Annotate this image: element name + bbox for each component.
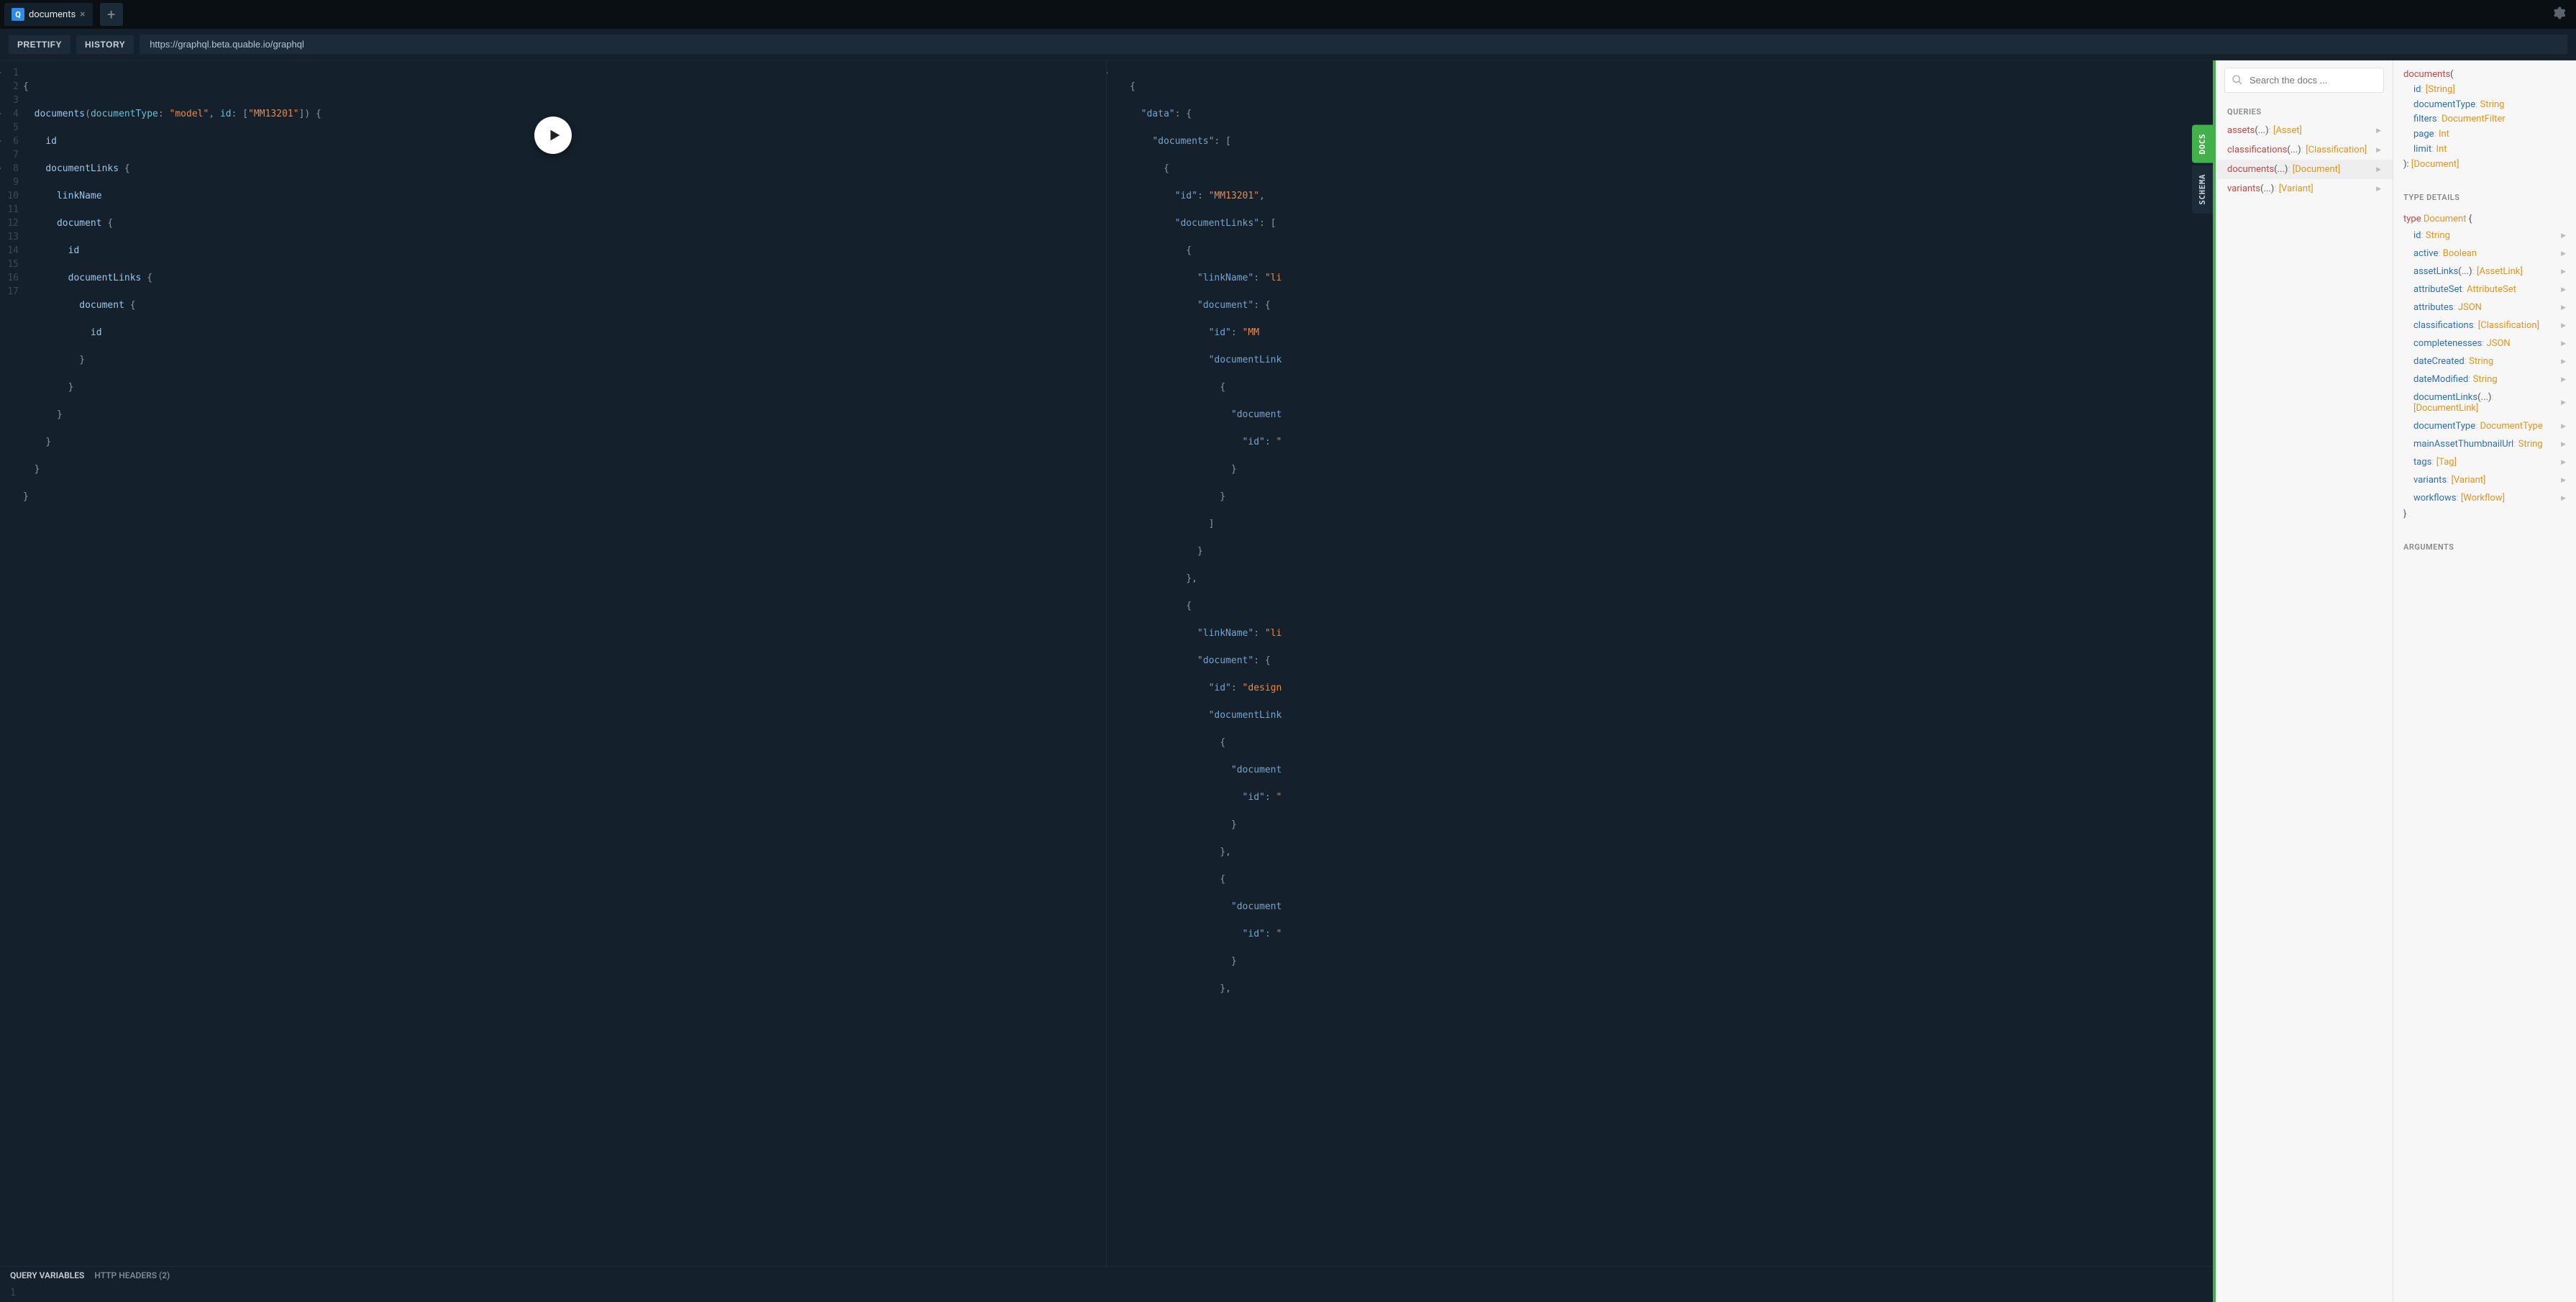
result-gutter: ▼ ▼ ▼ ▼ ▼ ▼ ▼ ▼ ▼ ▼ [1107, 66, 1130, 1023]
type-field-tags[interactable]: tags: [Tag]▶ [2403, 453, 2566, 471]
var-line-number: 1 [10, 1288, 16, 1298]
query-signature: documents( id: [String]documentType: Str… [2403, 68, 2566, 173]
type-field-dateCreated[interactable]: dateCreated: String▶ [2403, 352, 2566, 370]
docs-details-column: documents( id: [String]documentType: Str… [2393, 60, 2576, 1302]
query-item-classifications[interactable]: classifications(...): [Classification]▶ [2216, 140, 2393, 160]
gear-icon[interactable] [2552, 6, 2566, 24]
chevron-right-icon: ▶ [2561, 459, 2566, 466]
chevron-right-icon: ▶ [2561, 304, 2566, 311]
query-editor[interactable]: 1▼ 23 4▼ 5 6▼ 7 8▼ 91011121314151617 { d… [0, 60, 1106, 1266]
type-field-assetLinks[interactable]: assetLinks(...): [AssetLink]▶ [2403, 263, 2566, 281]
prettify-button[interactable]: PRETTIFY [9, 35, 70, 54]
chevron-right-icon: ▶ [2376, 147, 2381, 154]
close-tab-icon[interactable]: × [80, 9, 85, 20]
result-lines: { "data": { "documents": [ { "id": "MM13… [1130, 66, 2213, 1023]
chevron-right-icon: ▶ [2376, 127, 2381, 135]
search-icon [2232, 74, 2243, 88]
type-definition: type Document { [2403, 212, 2566, 227]
docs-panel: QUERIES assets(...): [Asset]▶classificat… [2213, 60, 2576, 1302]
chevron-right-icon: ▶ [2561, 495, 2566, 502]
query-item-documents[interactable]: documents(...): [Document]▶ [2216, 160, 2393, 179]
query-item-assets[interactable]: assets(...): [Asset]▶ [2216, 121, 2393, 140]
queries-section-title: QUERIES [2216, 100, 2393, 121]
editor-split: 1▼ 23 4▼ 5 6▼ 7 8▼ 91011121314151617 { d… [0, 60, 2213, 1266]
type-field-mainAssetThumbnailUrl[interactable]: mainAssetThumbnailUrl: String▶ [2403, 435, 2566, 453]
chevron-right-icon: ▶ [2561, 376, 2566, 383]
editor-wrap: 1▼ 23 4▼ 5 6▼ 7 8▼ 91011121314151617 { d… [0, 60, 2213, 1302]
chevron-right-icon: ▶ [2561, 477, 2566, 484]
queries-list: assets(...): [Asset]▶classifications(...… [2216, 121, 2393, 199]
toolbar: PRETTIFY HISTORY [0, 29, 2576, 60]
chevron-right-icon: ▶ [2376, 166, 2381, 173]
type-field-id[interactable]: id: String▶ [2403, 227, 2566, 245]
type-field-workflows[interactable]: workflows: [Workflow]▶ [2403, 489, 2566, 507]
docs-queries-column: QUERIES assets(...): [Asset]▶classificat… [2216, 60, 2393, 1302]
arguments-title: ARGUMENTS [2403, 535, 2566, 556]
type-field-documentType[interactable]: documentType: DocumentType▶ [2403, 417, 2566, 435]
type-details-title: TYPE DETAILS [2403, 186, 2566, 206]
tab-bar: Q documents × + [0, 0, 2576, 29]
type-field-variants[interactable]: variants: [Variant]▶ [2403, 471, 2566, 489]
side-tabs: DOCS SCHEMA [2192, 125, 2213, 213]
history-button[interactable]: HISTORY [76, 35, 134, 54]
http-headers-tab[interactable]: HTTP HEADERS (2) [94, 1270, 170, 1280]
chevron-right-icon: ▶ [2561, 340, 2566, 347]
chevron-right-icon: ▶ [2561, 286, 2566, 293]
chevron-right-icon: ▶ [2561, 250, 2566, 258]
type-field-classifications[interactable]: classifications: [Classification]▶ [2403, 317, 2566, 334]
chevron-right-icon: ▶ [2561, 322, 2566, 329]
query-variables-tab[interactable]: QUERY VARIABLES [10, 1270, 84, 1280]
type-field-active[interactable]: active: Boolean▶ [2403, 245, 2566, 263]
tab-documents[interactable]: Q documents × [4, 3, 93, 26]
docs-search-input[interactable] [2224, 68, 2384, 93]
type-field-completenesses[interactable]: completenesses: JSON▶ [2403, 334, 2566, 352]
tab-title: documents [29, 9, 76, 20]
variables-editor[interactable]: 1 [0, 1283, 2213, 1302]
bottom-tabs: QUERY VARIABLES HTTP HEADERS (2) [0, 1266, 2213, 1283]
fold-icon[interactable]: ▼ [1106, 68, 1107, 81]
type-field-dateModified[interactable]: dateModified: String▶ [2403, 370, 2566, 388]
new-tab-button[interactable]: + [100, 3, 123, 26]
main-content: 1▼ 23 4▼ 5 6▼ 7 8▼ 91011121314151617 { d… [0, 60, 2576, 1302]
chevron-right-icon: ▶ [2561, 268, 2566, 276]
execute-button[interactable] [534, 117, 572, 154]
docs-tab[interactable]: DOCS [2192, 125, 2213, 163]
schema-tab[interactable]: SCHEMA [2192, 165, 2213, 214]
endpoint-input[interactable] [140, 35, 2567, 54]
quable-badge-icon: Q [12, 8, 24, 21]
chevron-right-icon: ▶ [2561, 358, 2566, 365]
query-item-variants[interactable]: variants(...): [Variant]▶ [2216, 179, 2393, 199]
result-viewer[interactable]: DOCS SCHEMA ▼ ▼ ▼ ▼ ▼ ▼ ▼ [1106, 60, 2213, 1266]
chevron-right-icon: ▶ [2561, 232, 2566, 240]
chevron-right-icon: ▶ [2561, 399, 2566, 406]
chevron-right-icon: ▶ [2561, 441, 2566, 448]
chevron-right-icon: ▶ [2561, 423, 2566, 430]
gutter: 1▼ 23 4▼ 5 6▼ 7 8▼ 91011121314151617 [0, 66, 23, 558]
chevron-right-icon: ▶ [2376, 186, 2381, 193]
type-field-attributeSet[interactable]: attributeSet: AttributeSet▶ [2403, 281, 2566, 299]
type-field-documentLinks[interactable]: documentLinks(...): [DocumentLink]▶ [2403, 388, 2566, 417]
type-field-attributes[interactable]: attributes: JSON▶ [2403, 299, 2566, 317]
